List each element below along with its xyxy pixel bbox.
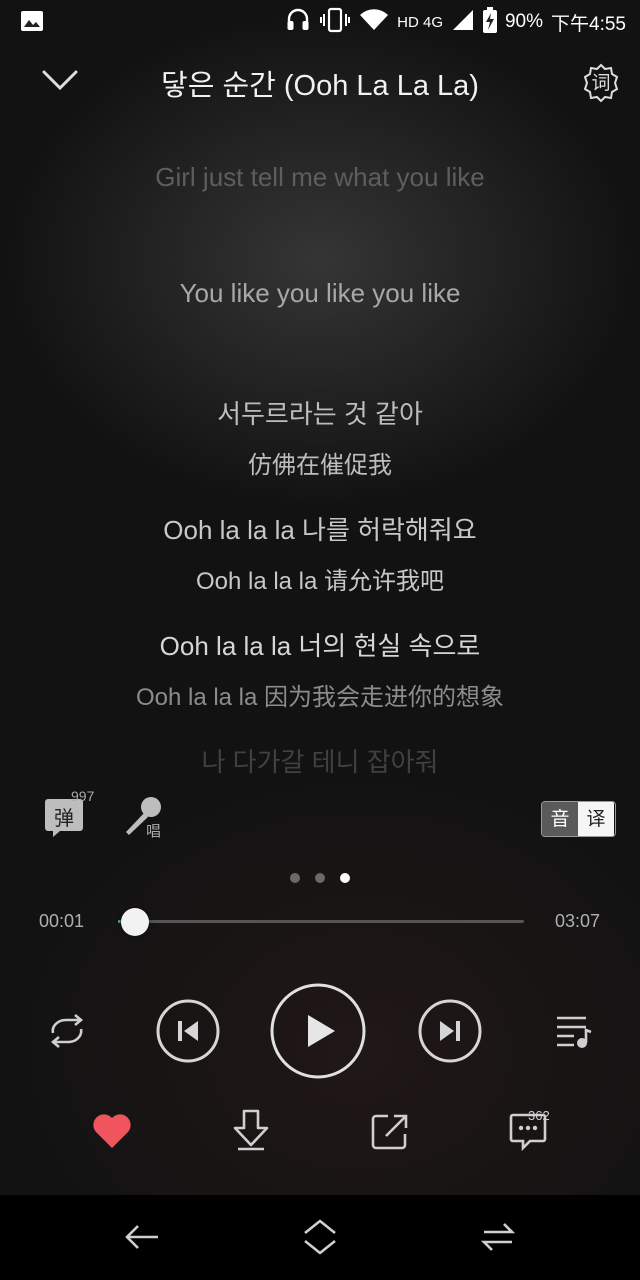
lyric-badge-label: 词 — [591, 72, 611, 94]
repeat-button[interactable] — [44, 1010, 90, 1052]
total-time: 03:07 — [555, 911, 601, 931]
status-bar: HD 4G 90% 下午4:55 — [0, 0, 640, 44]
karaoke-label: 唱 — [146, 822, 162, 840]
progress-track[interactable] — [118, 920, 524, 923]
download-button[interactable] — [230, 1108, 272, 1152]
page-indicator — [290, 873, 350, 883]
nav-switch-button[interactable] — [474, 1215, 522, 1259]
danmu-label: 弹 — [54, 806, 74, 830]
progress-fill — [118, 920, 121, 923]
signal-icon — [451, 9, 475, 35]
elapsed-time: 00:01 — [39, 911, 85, 931]
network-type: HD 4G — [397, 13, 443, 31]
play-icon — [270, 983, 366, 1079]
playlist-icon — [557, 1016, 592, 1048]
comment-count: 362 — [528, 1108, 550, 1123]
chevron-down-icon — [42, 70, 78, 91]
lyric-translation: Ooh la la la 请允许我吧 — [195, 568, 445, 595]
lyric-line: Ooh la la la 나를 허락해줘요 — [163, 515, 477, 545]
lyric-line: 나 다가갈 테니 잡아줘 — [201, 747, 439, 777]
wifi-icon — [359, 8, 389, 36]
lyric-line: You like you like you like — [179, 278, 461, 308]
danmu-count: 997 — [71, 788, 95, 804]
back-arrow-icon — [125, 1225, 158, 1249]
headphones-icon — [285, 7, 311, 37]
lyric-line: 서두르라는 것 같아 — [217, 399, 423, 429]
song-title: 닿은 순간 (Ooh La La La) — [161, 70, 479, 102]
page-dot[interactable] — [315, 873, 325, 883]
progress-thumb[interactable] — [121, 908, 150, 936]
lyric-translation: 仿佛在催促我 — [248, 452, 392, 479]
page-dot-active[interactable] — [340, 873, 350, 883]
system-navigation-bar — [0, 1195, 640, 1280]
share-button[interactable] — [370, 1112, 410, 1152]
lyric-translation-current: Ooh la la la 因为我会走进你的想象 — [135, 684, 505, 711]
collapse-button[interactable] — [38, 62, 86, 102]
clock: 下午4:55 — [551, 13, 626, 35]
like-button[interactable] — [91, 1112, 133, 1150]
next-button[interactable] — [418, 999, 482, 1063]
repeat-icon — [50, 1014, 84, 1048]
home-icon — [304, 1219, 336, 1255]
gallery-icon — [20, 10, 44, 32]
share-icon — [371, 1114, 408, 1150]
nav-home-button[interactable] — [296, 1215, 344, 1259]
play-button[interactable] — [270, 983, 366, 1079]
next-icon — [418, 999, 482, 1063]
lyric-line: Girl just tell me what you like — [155, 162, 485, 192]
lyric-line-current: Ooh la la la 너의 현실 속으로 — [159, 631, 481, 661]
lyric-settings-button[interactable]: 词 — [580, 62, 622, 104]
previous-icon — [156, 999, 220, 1063]
lyric-language-toggle[interactable]: 音 译 — [541, 801, 616, 837]
previous-button[interactable] — [156, 999, 220, 1063]
heart-icon — [93, 1114, 131, 1148]
switch-apps-icon — [480, 1223, 516, 1251]
battery-percent: 90% — [504, 11, 544, 32]
original-lyrics-option[interactable]: 音 — [542, 802, 578, 836]
battery-charging-icon — [482, 7, 497, 37]
translation-lyrics-option[interactable]: 译 — [578, 802, 614, 836]
vibrate-icon — [319, 7, 351, 37]
download-icon — [233, 1109, 269, 1151]
playlist-button[interactable] — [554, 1012, 594, 1052]
nav-back-button[interactable] — [118, 1215, 166, 1259]
page-dot[interactable] — [290, 873, 300, 883]
